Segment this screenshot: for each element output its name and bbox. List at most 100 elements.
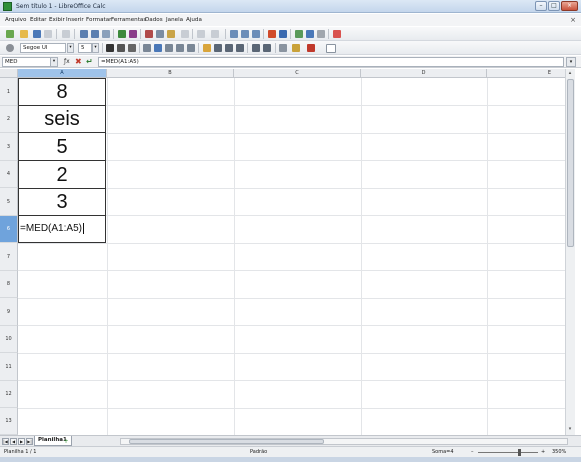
cell-a3[interactable]: 5 xyxy=(18,132,106,161)
row-header-2[interactable]: 2 xyxy=(0,106,18,133)
cell-a2[interactable]: seis xyxy=(18,105,106,133)
add-decimal-icon[interactable] xyxy=(236,44,244,52)
background-color-icon[interactable] xyxy=(292,44,300,52)
previous-sheet-icon[interactable]: ◀ xyxy=(10,438,17,445)
navigator-icon[interactable] xyxy=(306,30,314,38)
undo-icon[interactable] xyxy=(197,30,205,38)
add-sheet-icon[interactable]: + xyxy=(62,438,70,445)
merge-cells-icon[interactable] xyxy=(187,44,195,52)
vertical-scrollbar[interactable]: ▴ ▾ xyxy=(565,69,575,435)
zoom-slider-knob[interactable] xyxy=(518,449,521,456)
menu-ferramentas[interactable]: Ferramentas xyxy=(111,17,146,23)
menu-arquivo[interactable]: Arquivo xyxy=(5,17,26,23)
minimize-button[interactable]: – xyxy=(535,1,547,11)
autospell-icon[interactable] xyxy=(129,30,137,38)
cell-a1[interactable]: 8 xyxy=(18,78,106,106)
fx-icon[interactable]: ƒx xyxy=(64,57,70,67)
scroll-down-icon[interactable]: ▾ xyxy=(566,425,574,433)
vertical-scroll-thumb[interactable] xyxy=(567,79,574,247)
column-header-a[interactable]: A xyxy=(18,69,107,78)
redo-icon[interactable] xyxy=(211,30,219,38)
row-header-10[interactable]: 10 xyxy=(0,326,18,353)
horizontal-scrollbar[interactable] xyxy=(120,438,568,445)
borders-icon[interactable] xyxy=(279,44,287,52)
zoom-level[interactable]: 350% xyxy=(552,447,566,457)
next-sheet-icon[interactable]: ▶ xyxy=(18,438,25,445)
column-header-b[interactable]: B xyxy=(107,69,234,78)
sort-ascending-icon[interactable] xyxy=(241,30,249,38)
last-sheet-icon[interactable]: ▶| xyxy=(26,438,33,445)
page-style[interactable]: Padrão xyxy=(250,447,267,457)
close-button[interactable]: × xyxy=(561,1,578,11)
zoom-out-icon[interactable]: – xyxy=(471,447,474,457)
align-center-icon[interactable] xyxy=(154,44,162,52)
currency-format-icon[interactable] xyxy=(203,44,211,52)
cell-a4[interactable]: 2 xyxy=(18,160,106,189)
save-icon[interactable] xyxy=(33,30,41,38)
select-all-corner[interactable] xyxy=(0,69,18,78)
zoom-in-icon[interactable]: + xyxy=(541,447,545,457)
increase-indent-icon[interactable] xyxy=(263,44,271,52)
toggle-grid-icon[interactable] xyxy=(326,44,336,53)
align-right-icon[interactable] xyxy=(165,44,173,52)
row-header-11[interactable]: 11 xyxy=(0,353,18,381)
menu-exibir[interactable]: Exibir xyxy=(49,17,65,23)
number-format-icon[interactable] xyxy=(225,44,233,52)
percent-format-icon[interactable] xyxy=(214,44,222,52)
formula-input[interactable]: =MED(A1:A5) xyxy=(98,57,564,67)
email-icon[interactable] xyxy=(44,30,52,38)
cancel-icon[interactable]: ✖ xyxy=(75,57,82,67)
row-header-6[interactable]: 6 xyxy=(0,216,18,243)
zoom-slider[interactable] xyxy=(478,452,538,453)
maximize-button[interactable]: □ xyxy=(548,1,560,11)
font-size-dropdown-icon[interactable]: ▾ xyxy=(92,43,99,53)
font-color-icon[interactable] xyxy=(307,44,315,52)
cut-icon[interactable] xyxy=(145,30,153,38)
row-header-7[interactable]: 7 xyxy=(0,243,18,271)
accept-icon[interactable]: ↵ xyxy=(86,57,93,67)
horizontal-scroll-thumb[interactable] xyxy=(129,439,324,444)
hyperlink-icon[interactable] xyxy=(230,30,238,38)
paste-icon[interactable] xyxy=(167,30,175,38)
styles-icon[interactable] xyxy=(6,44,14,52)
edit-file-icon[interactable] xyxy=(62,30,70,38)
menu-formatar[interactable]: Formatar xyxy=(86,17,111,23)
decrease-indent-icon[interactable] xyxy=(252,44,260,52)
column-header-c[interactable]: C xyxy=(234,69,361,78)
font-name-dropdown-icon[interactable]: ▾ xyxy=(67,43,74,53)
row-header-3[interactable]: 3 xyxy=(0,133,18,161)
row-header-5[interactable]: 5 xyxy=(0,188,18,216)
row-header-1[interactable]: 1 xyxy=(0,78,18,106)
cell-a5[interactable]: 3 xyxy=(18,188,106,216)
export-pdf-icon[interactable] xyxy=(80,30,88,38)
menu-dados[interactable]: Dados xyxy=(145,17,163,23)
spreadsheet-grid[interactable]: A B C D E 1 2 3 4 5 6 7 8 9 10 11 12 13 … xyxy=(0,69,565,435)
font-name-box[interactable]: Segoe UI xyxy=(20,43,66,53)
bold-icon[interactable] xyxy=(106,44,114,52)
pivot-table-icon[interactable] xyxy=(279,30,287,38)
expand-formula-bar-icon[interactable]: ▾ xyxy=(566,57,576,67)
justify-icon[interactable] xyxy=(176,44,184,52)
show-draw-functions-icon[interactable] xyxy=(295,30,303,38)
new-icon[interactable] xyxy=(6,30,14,38)
font-size-box[interactable]: 5 xyxy=(78,43,92,53)
column-header-e[interactable]: E xyxy=(487,69,565,78)
column-header-d[interactable]: D xyxy=(361,69,487,78)
name-box-dropdown-icon[interactable]: ▾ xyxy=(50,57,58,67)
close-document-icon[interactable]: × xyxy=(570,16,576,24)
row-header-13[interactable]: 13 xyxy=(0,408,18,435)
menu-ajuda[interactable]: Ajuda xyxy=(186,17,202,23)
cell-a6-editing[interactable]: =MED(A1:A5) xyxy=(18,215,106,243)
sort-descending-icon[interactable] xyxy=(252,30,260,38)
gallery-icon[interactable] xyxy=(317,30,325,38)
first-sheet-icon[interactable]: |◀ xyxy=(2,438,9,445)
clone-formatting-icon[interactable] xyxy=(181,30,189,38)
print-icon[interactable] xyxy=(91,30,99,38)
open-icon[interactable] xyxy=(20,30,28,38)
copy-icon[interactable] xyxy=(156,30,164,38)
align-left-icon[interactable] xyxy=(143,44,151,52)
italic-icon[interactable] xyxy=(117,44,125,52)
menu-inserir[interactable]: Inserir xyxy=(66,17,84,23)
print-preview-icon[interactable] xyxy=(102,30,110,38)
underline-icon[interactable] xyxy=(128,44,136,52)
